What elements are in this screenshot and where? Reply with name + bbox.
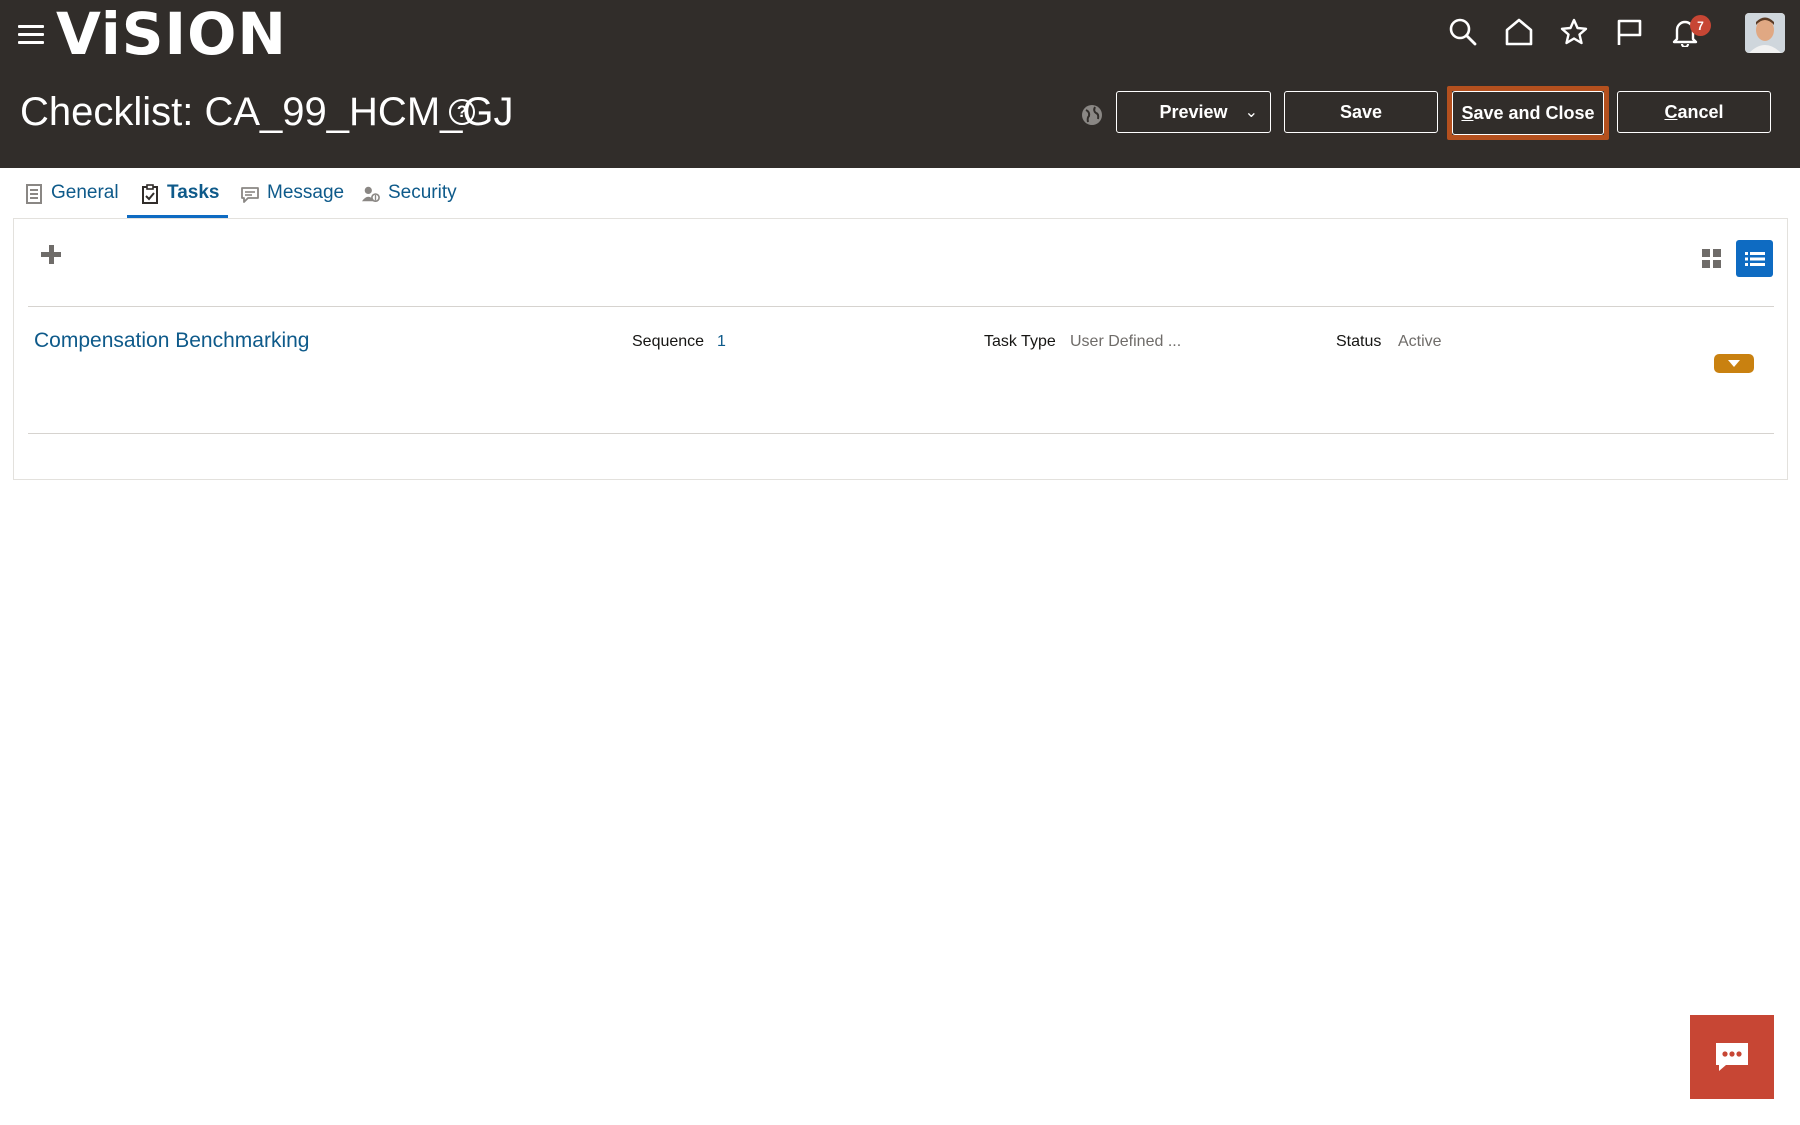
globe-icon[interactable] [1081,104,1103,126]
chat-icon[interactable] [1690,1015,1774,1099]
save-and-close-mnemonic: S [1461,102,1474,123]
tab-bar: General Tasks Message Security [0,168,1800,218]
message-icon [241,187,259,203]
save-button[interactable]: Save [1284,91,1438,133]
save-button-label: Save [1339,101,1383,122]
help-icon[interactable]: ? [449,99,475,125]
task-type-value: User Defined ... [1070,333,1182,350]
task-title-link[interactable]: Compensation Benchmarking [34,329,309,353]
page-title: Checklist: CA_99_HCM_GJ [20,90,514,134]
sequence-value: 1 [717,333,726,350]
save-and-close-button[interactable]: Save and Close [1452,91,1604,135]
tab-security-label: Security [388,182,457,203]
search-icon[interactable] [1445,14,1481,50]
tasks-panel: Compensation Benchmarking Sequence 1 Tas… [13,218,1788,480]
status-value: Active [1398,333,1442,350]
document-icon [26,184,42,204]
grid-view-icon[interactable] [1702,249,1722,269]
global-header: ViSION 7 Checklist: CA_99_HCM_GJ ? Previ… [0,0,1800,168]
tab-tasks-label: Tasks [167,182,220,203]
cancel-mnemonic: C [1664,101,1678,122]
clipboard-check-icon [142,184,158,204]
chevron-down-icon: ⌄ [1244,104,1258,121]
status-label: Status [1336,333,1382,350]
flag-icon[interactable] [1611,14,1647,50]
user-avatar[interactable] [1745,13,1785,53]
security-users-icon [362,186,380,203]
list-top-divider [28,306,1774,307]
list-bottom-divider [28,433,1774,434]
plus-icon[interactable] [38,241,64,267]
tab-general-label: General [51,182,119,203]
cancel-button[interactable]: Cancel [1617,91,1771,133]
cancel-label: ancel [1677,101,1724,122]
row-actions-dropdown-button[interactable] [1714,354,1754,373]
tab-message[interactable]: Message [241,182,344,218]
preview-button-label: Preview [1159,101,1228,122]
save-and-close-label: ave and Close [1473,102,1595,123]
star-icon[interactable] [1556,14,1592,50]
tab-message-label: Message [267,182,345,203]
tab-tasks[interactable]: Tasks [141,182,219,218]
home-icon[interactable] [1501,14,1537,50]
sequence-label: Sequence [632,333,705,350]
list-view-icon[interactable] [1736,240,1773,277]
task-type-label: Task Type [984,333,1056,350]
tab-security[interactable]: Security [362,182,457,218]
hamburger-menu-icon[interactable] [18,22,46,50]
vision-logo[interactable]: ViSION [56,2,287,66]
tab-general[interactable]: General [25,182,119,218]
notification-count-badge: 7 [1690,15,1711,36]
preview-button[interactable]: Preview ⌄ [1116,91,1271,133]
